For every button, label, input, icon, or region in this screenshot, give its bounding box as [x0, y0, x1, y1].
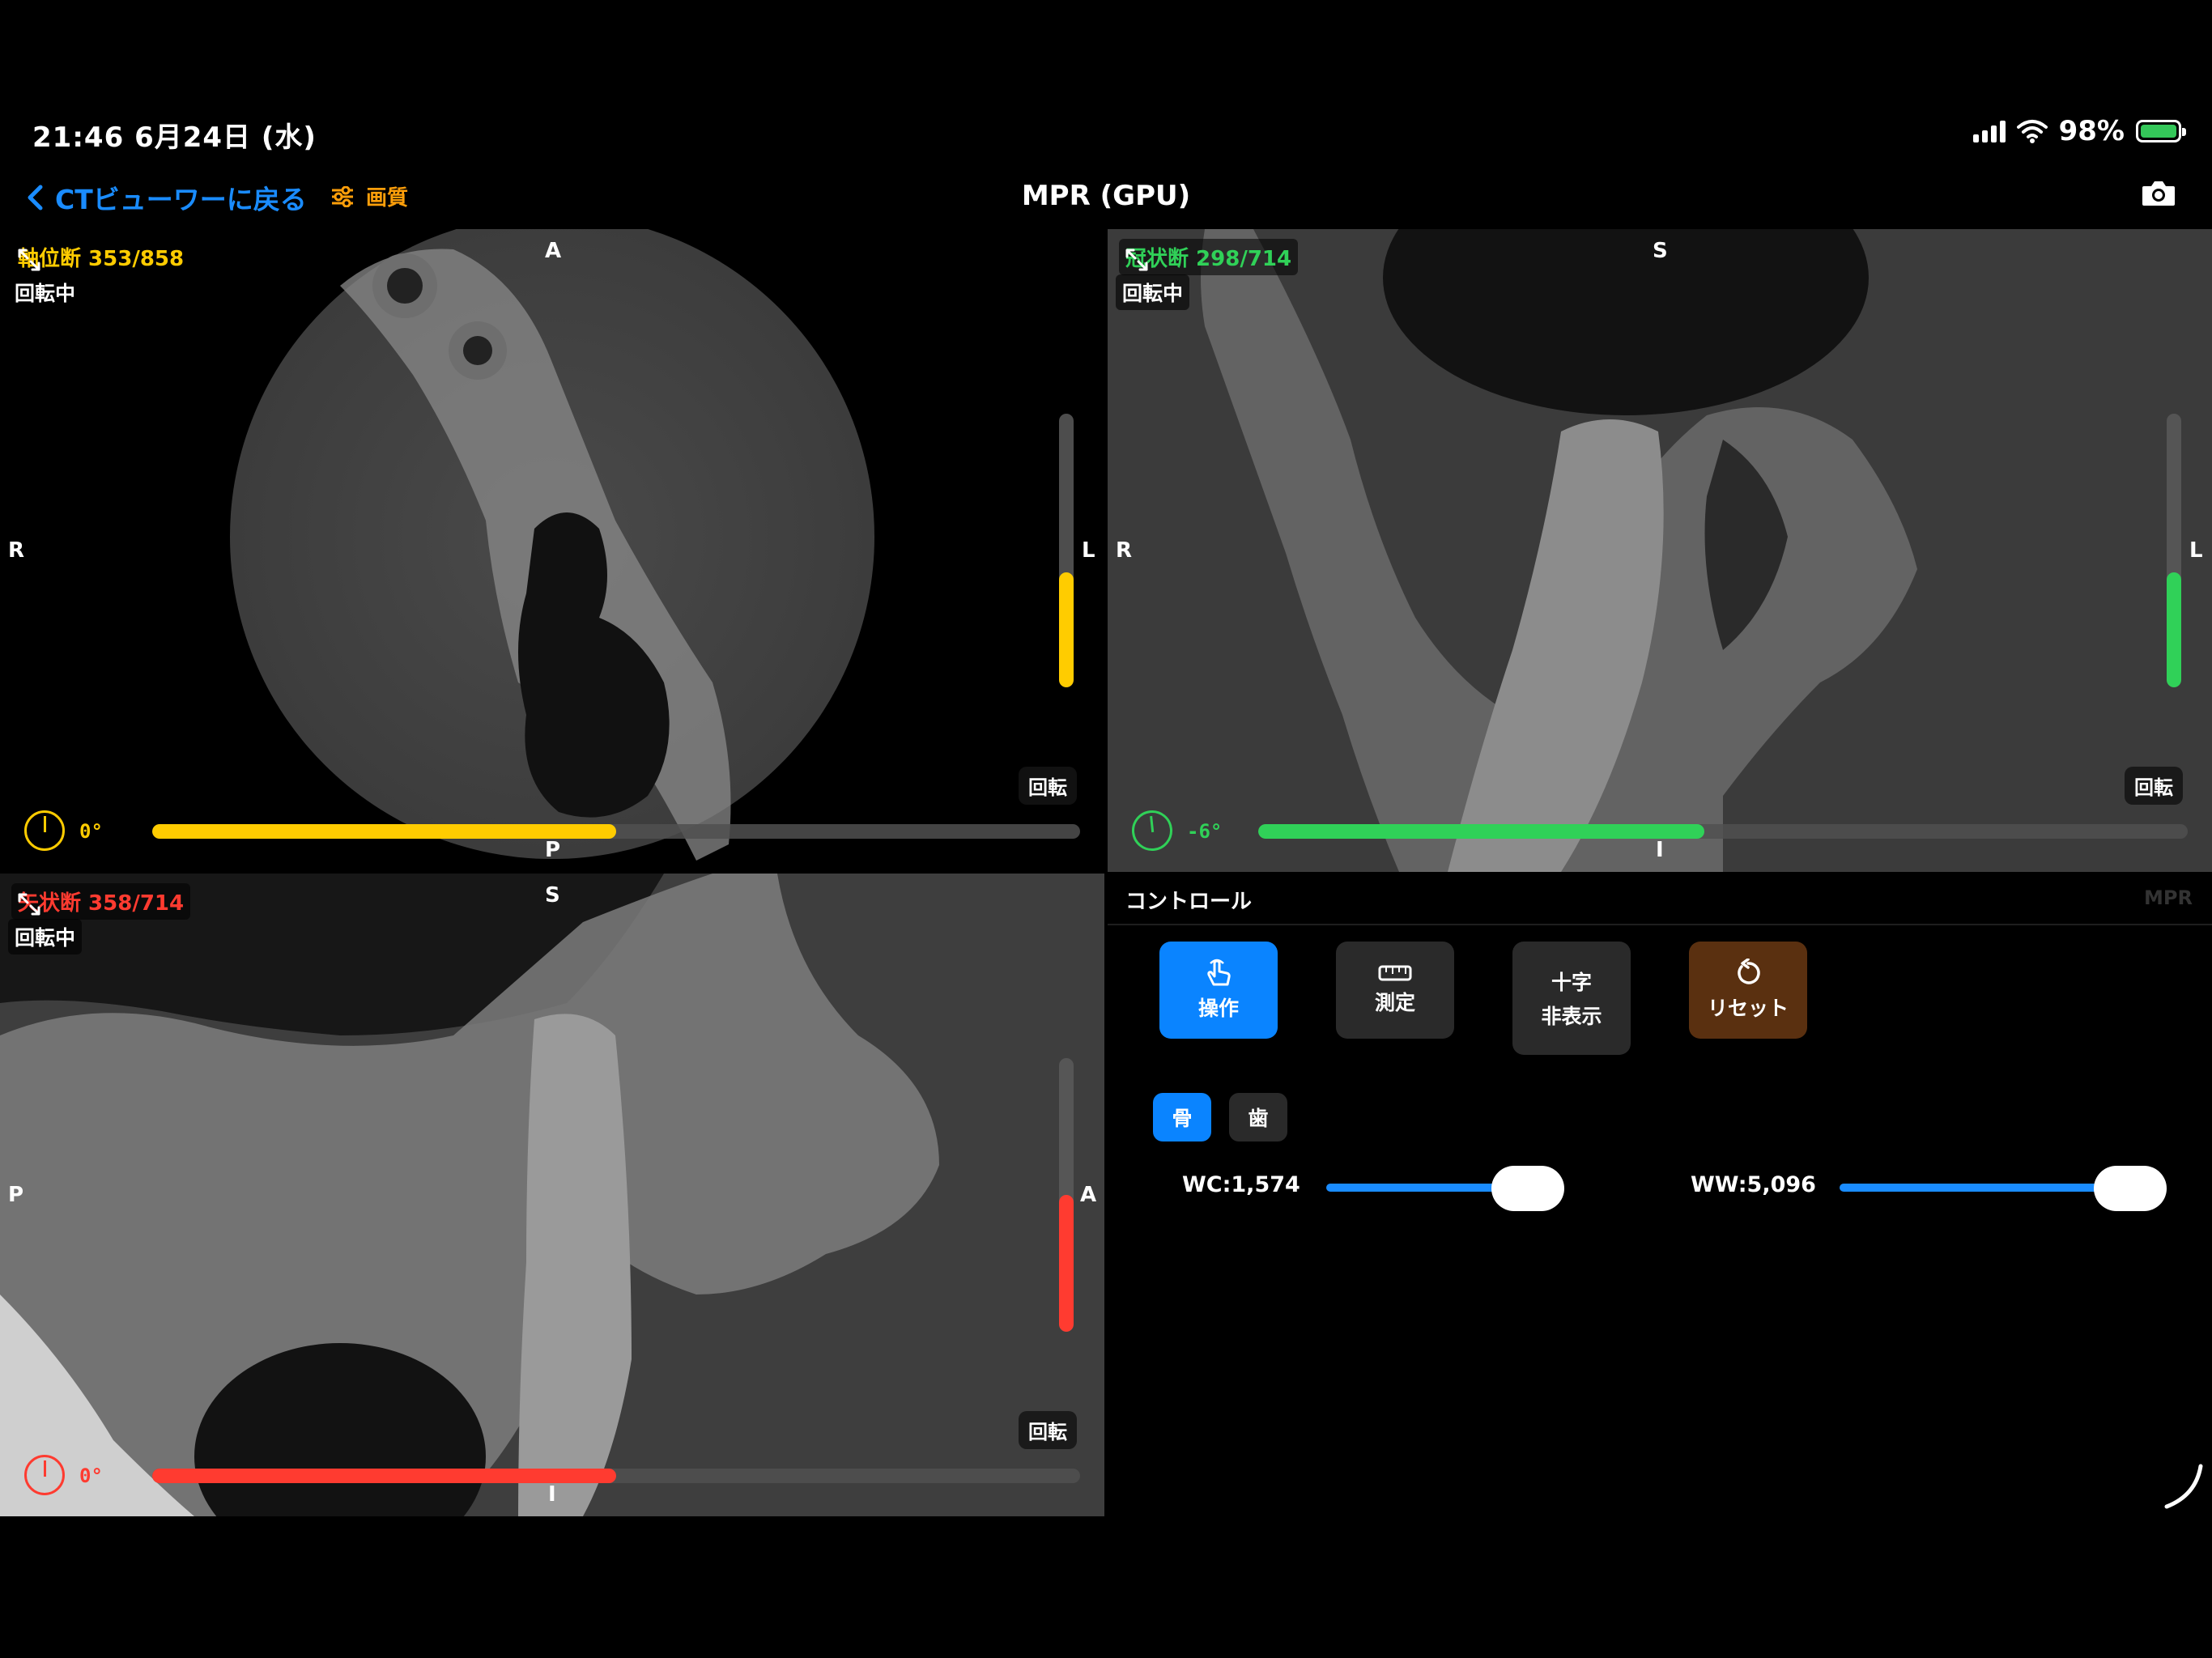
coronal-slice-slider-fill: [1258, 824, 1705, 839]
coronal-rotate-button[interactable]: 回転: [2125, 767, 2183, 805]
axial-orient-left: R: [8, 538, 25, 563]
coronal-orient-left: R: [1116, 538, 1133, 563]
crosshair-label-line1: 十字: [1551, 971, 1592, 994]
measure-tool-label: 測定: [1374, 991, 1415, 1014]
coronal-slice-slider[interactable]: [1258, 824, 2188, 839]
axial-orient-right: L: [1082, 538, 1095, 563]
sagittal-rotate-button[interactable]: 回転: [1019, 1411, 1077, 1449]
page-title: MPR (GPU): [1021, 180, 1191, 212]
coronal-vertical-slider[interactable]: [2167, 414, 2181, 687]
back-button-label: CTビューワーに戻る: [55, 184, 307, 215]
crosshair-label-line2: 非表示: [1541, 1005, 1602, 1028]
operate-tool-label: 操作: [1197, 997, 1239, 1020]
resize-handle-icon[interactable]: [2163, 1463, 2204, 1510]
camera-icon: [2142, 181, 2175, 206]
sagittal-orient-right: A: [1080, 1183, 1097, 1207]
sagittal-rotating-status: 回転中: [8, 919, 83, 954]
sagittal-vertical-slider-fill: [1059, 1195, 1074, 1332]
window-width-slider[interactable]: [1840, 1184, 2107, 1192]
sagittal-orient-bottom: I: [548, 1482, 556, 1507]
battery-percent: 98%: [2058, 115, 2125, 147]
preset-bone-button[interactable]: 骨: [1153, 1093, 1211, 1141]
axial-slice-slider-fill: [152, 824, 616, 839]
chevron-left-icon: [28, 185, 43, 210]
coronal-orient-top: S: [1653, 239, 1668, 263]
window-center-slider-thumb[interactable]: [1491, 1166, 1564, 1211]
back-to-ct-viewer-button[interactable]: CTビューワーに戻る: [26, 178, 307, 217]
preset-tooth-button[interactable]: 歯: [1229, 1093, 1287, 1141]
window-width-slider-thumb[interactable]: [2094, 1166, 2167, 1211]
sagittal-angle-value: 0°: [79, 1465, 103, 1487]
coronal-angle-value: -6°: [1187, 820, 1223, 843]
operate-tool-button[interactable]: 操作: [1159, 942, 1278, 1039]
sagittal-orient-top: S: [545, 883, 560, 908]
expand-icon[interactable]: [16, 247, 42, 273]
sagittal-viewport[interactable]: 矢状断 358/714 回転中 S I P A 回転 0°: [0, 874, 1104, 1516]
window-center-label: WC:1,574: [1182, 1172, 1300, 1197]
axial-rotating-status: 回転中: [8, 274, 83, 310]
coronal-orient-bottom: I: [1656, 838, 1664, 862]
image-quality-button[interactable]: 画質: [330, 181, 408, 211]
window-center-slider[interactable]: [1326, 1184, 1512, 1192]
ruler-icon: [1378, 965, 1412, 981]
hand-tap-icon: [1207, 959, 1231, 986]
image-quality-label: 画質: [366, 186, 409, 210]
expand-icon[interactable]: [1124, 247, 1150, 273]
axial-viewport[interactable]: 軸位断 353/858 回転中 A P R L 回転 0°: [0, 229, 1104, 872]
status-time-date: 21:46 6月24日 (水): [32, 121, 317, 154]
measure-tool-button[interactable]: 測定: [1336, 942, 1454, 1039]
axial-orient-top: A: [545, 239, 562, 263]
expand-icon[interactable]: [16, 891, 42, 917]
control-mode-label: MPR: [2144, 886, 2193, 909]
status-indicators: 98%: [1972, 115, 2186, 147]
rotate-ccw-icon: [1738, 959, 1760, 984]
reset-label: リセット: [1707, 997, 1789, 1020]
sagittal-vertical-slider[interactable]: [1059, 1058, 1074, 1332]
sagittal-slice-slider[interactable]: [152, 1469, 1080, 1483]
window-width-label: WW:5,096: [1691, 1172, 1816, 1197]
sagittal-ct-image: [0, 874, 1104, 1516]
axial-angle-value: 0°: [79, 820, 103, 843]
sliders-icon: [332, 185, 353, 207]
cellular-signal-icon: [1972, 120, 2006, 142]
control-panel: コントロール MPR 操作 測定 十字 非表示 リセット 骨 歯 WC:1,57…: [1108, 874, 2212, 1516]
axial-slice-slider[interactable]: [152, 824, 1080, 839]
wifi-icon: [2016, 120, 2048, 143]
axial-vertical-slider[interactable]: [1059, 414, 1074, 687]
control-divider: [1108, 924, 2212, 925]
sagittal-slice-slider-fill: [152, 1469, 616, 1483]
axial-ct-image: [230, 229, 874, 861]
sagittal-orient-left: P: [8, 1183, 24, 1207]
reset-button[interactable]: リセット: [1689, 942, 1807, 1039]
coronal-viewport[interactable]: 冠状断 298/714 回転中 S I R L 回転 -6°: [1108, 229, 2212, 872]
coronal-vertical-slider-fill: [2167, 572, 2181, 687]
hide-crosshair-button[interactable]: 十字 非表示: [1512, 942, 1631, 1055]
coronal-ct-image: [1108, 229, 2212, 872]
axial-vertical-slider-fill: [1059, 572, 1074, 687]
coronal-orient-right: L: [2189, 538, 2203, 563]
axial-rotate-button[interactable]: 回転: [1019, 767, 1077, 805]
coronal-rotating-status: 回転中: [1116, 274, 1190, 310]
axial-rotation-dial-icon[interactable]: [24, 810, 65, 851]
control-panel-title: コントロール: [1125, 890, 1253, 914]
battery-charging-icon: [2136, 120, 2186, 142]
axial-orient-bottom: P: [545, 838, 561, 862]
sagittal-rotation-dial-icon[interactable]: [24, 1455, 65, 1495]
screenshot-button[interactable]: [2141, 180, 2176, 210]
